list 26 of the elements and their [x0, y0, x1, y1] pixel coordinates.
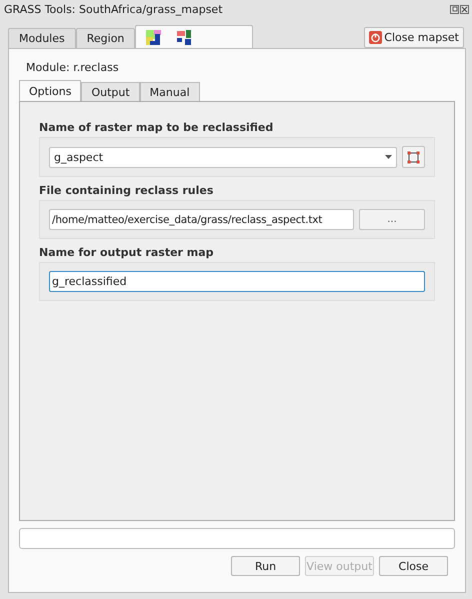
dropdown-field[interactable]: g_aspect — [49, 146, 397, 168]
tab[interactable]: Options — [19, 80, 82, 101]
power-icon — [369, 31, 382, 44]
tab[interactable]: Modules — [8, 28, 76, 48]
field-label: Name for output raster map — [39, 246, 215, 259]
tab[interactable]: Output — [81, 82, 140, 101]
browse-button[interactable]: ... — [359, 209, 425, 230]
module-label: Module: r.reclass — [26, 61, 120, 74]
select-on-map-button[interactable] — [402, 146, 425, 168]
action-button[interactable]: Close — [379, 556, 448, 576]
field-label: File containing reclass rules — [39, 184, 214, 197]
float-icon[interactable] — [450, 5, 459, 14]
dropdown-arrow-icon — [385, 155, 392, 159]
tab[interactable]: Manual — [140, 82, 200, 101]
input-field[interactable]: /home/matteo/exercise_data/grass/reclass_aspect.txt — [49, 209, 354, 230]
input-field[interactable]: g_reclassified — [49, 271, 425, 292]
module-tab[interactable] — [135, 25, 254, 48]
field-label: Name of raster map to be reclassified — [39, 121, 274, 134]
tab[interactable]: Region — [76, 28, 136, 48]
raster-icon — [177, 30, 192, 44]
raster-icon — [146, 30, 162, 44]
selection-icon — [407, 150, 420, 164]
close-icon[interactable] — [460, 5, 469, 14]
close-mapset-button[interactable]: Close mapset — [364, 27, 464, 48]
window-title: GRASS Tools: SouthAfrica/grass_mapset — [4, 3, 223, 16]
action-button[interactable]: Run — [231, 556, 300, 576]
